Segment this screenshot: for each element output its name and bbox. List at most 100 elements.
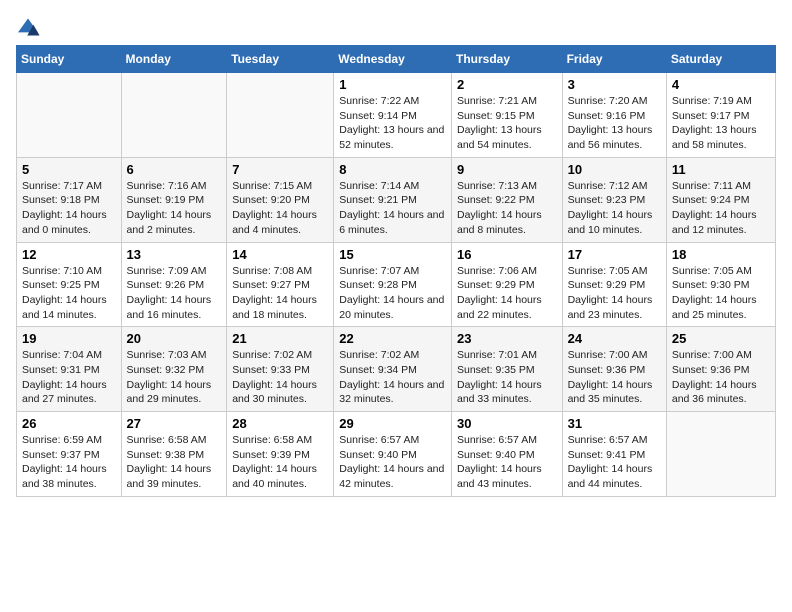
day-number: 10 bbox=[568, 162, 661, 177]
day-info: Sunrise: 6:58 AM Sunset: 9:39 PM Dayligh… bbox=[232, 433, 328, 492]
calendar-cell: 16 Sunrise: 7:06 AM Sunset: 9:29 PM Dayli… bbox=[451, 242, 562, 327]
day-info: Sunrise: 7:02 AM Sunset: 9:33 PM Dayligh… bbox=[232, 348, 328, 407]
day-number: 2 bbox=[457, 77, 557, 92]
calendar-cell: 12 Sunrise: 7:10 AM Sunset: 9:25 PM Dayli… bbox=[17, 242, 122, 327]
week-row-3: 12 Sunrise: 7:10 AM Sunset: 9:25 PM Dayli… bbox=[17, 242, 776, 327]
day-number: 27 bbox=[127, 416, 222, 431]
calendar-cell: 24 Sunrise: 7:00 AM Sunset: 9:36 PM Dayli… bbox=[562, 327, 666, 412]
calendar-cell: 27 Sunrise: 6:58 AM Sunset: 9:38 PM Dayli… bbox=[121, 412, 227, 497]
day-number: 12 bbox=[22, 247, 116, 262]
calendar-cell: 9Sunrise: 7:13 AM Sunset: 9:22 PM Daylig… bbox=[451, 157, 562, 242]
day-number: 14 bbox=[232, 247, 328, 262]
calendar-cell: 22 Sunrise: 7:02 AM Sunset: 9:34 PM Dayli… bbox=[334, 327, 452, 412]
calendar-cell: 4 Sunrise: 7:19 AM Sunset: 9:17 PM Daylig… bbox=[666, 73, 775, 158]
day-info: Sunrise: 7:13 AM Sunset: 9:22 PM Dayligh… bbox=[457, 179, 557, 238]
day-number: 19 bbox=[22, 331, 116, 346]
day-info: Sunrise: 7:06 AM Sunset: 9:29 PM Dayligh… bbox=[457, 264, 557, 323]
day-info: Sunrise: 6:57 AM Sunset: 9:40 PM Dayligh… bbox=[339, 433, 446, 492]
day-info: Sunrise: 7:15 AM Sunset: 9:20 PM Dayligh… bbox=[232, 179, 328, 238]
day-number: 26 bbox=[22, 416, 116, 431]
day-info: Sunrise: 7:16 AM Sunset: 9:19 PM Dayligh… bbox=[127, 179, 222, 238]
day-number: 18 bbox=[672, 247, 770, 262]
logo-icon bbox=[16, 17, 40, 37]
day-info: Sunrise: 6:57 AM Sunset: 9:40 PM Dayligh… bbox=[457, 433, 557, 492]
calendar-cell: 11 Sunrise: 7:11 AM Sunset: 9:24 PM Dayli… bbox=[666, 157, 775, 242]
day-number: 3 bbox=[568, 77, 661, 92]
day-number: 15 bbox=[339, 247, 446, 262]
day-info: Sunrise: 7:04 AM Sunset: 9:31 PM Dayligh… bbox=[22, 348, 116, 407]
calendar-cell: 21 Sunrise: 7:02 AM Sunset: 9:33 PM Dayli… bbox=[227, 327, 334, 412]
day-info: Sunrise: 7:22 AM Sunset: 9:14 PM Dayligh… bbox=[339, 94, 446, 153]
calendar-table: SundayMondayTuesdayWednesdayThursdayFrid… bbox=[16, 45, 776, 497]
day-info: Sunrise: 7:07 AM Sunset: 9:28 PM Dayligh… bbox=[339, 264, 446, 323]
calendar-cell: 15 Sunrise: 7:07 AM Sunset: 9:28 PM Dayli… bbox=[334, 242, 452, 327]
day-info: Sunrise: 7:03 AM Sunset: 9:32 PM Dayligh… bbox=[127, 348, 222, 407]
day-info: Sunrise: 7:08 AM Sunset: 9:27 PM Dayligh… bbox=[232, 264, 328, 323]
day-info: Sunrise: 7:11 AM Sunset: 9:24 PM Dayligh… bbox=[672, 179, 770, 238]
day-info: Sunrise: 7:00 AM Sunset: 9:36 PM Dayligh… bbox=[568, 348, 661, 407]
day-number: 20 bbox=[127, 331, 222, 346]
day-number: 25 bbox=[672, 331, 770, 346]
day-number: 11 bbox=[672, 162, 770, 177]
calendar-cell: 14 Sunrise: 7:08 AM Sunset: 9:27 PM Dayli… bbox=[227, 242, 334, 327]
day-info: Sunrise: 6:58 AM Sunset: 9:38 PM Dayligh… bbox=[127, 433, 222, 492]
day-info: Sunrise: 7:17 AM Sunset: 9:18 PM Dayligh… bbox=[22, 179, 116, 238]
day-info: Sunrise: 7:00 AM Sunset: 9:36 PM Dayligh… bbox=[672, 348, 770, 407]
weekday-header-row: SundayMondayTuesdayWednesdayThursdayFrid… bbox=[17, 46, 776, 73]
day-info: Sunrise: 7:05 AM Sunset: 9:29 PM Dayligh… bbox=[568, 264, 661, 323]
day-info: Sunrise: 7:19 AM Sunset: 9:17 PM Dayligh… bbox=[672, 94, 770, 153]
calendar-cell: 13 Sunrise: 7:09 AM Sunset: 9:26 PM Dayli… bbox=[121, 242, 227, 327]
calendar-cell: 30 Sunrise: 6:57 AM Sunset: 9:40 PM Dayli… bbox=[451, 412, 562, 497]
week-row-2: 5Sunrise: 7:17 AM Sunset: 9:18 PM Daylig… bbox=[17, 157, 776, 242]
day-number: 16 bbox=[457, 247, 557, 262]
week-row-1: 1 Sunrise: 7:22 AM Sunset: 9:14 PM Daylig… bbox=[17, 73, 776, 158]
day-number: 6 bbox=[127, 162, 222, 177]
weekday-header-wednesday: Wednesday bbox=[334, 46, 452, 73]
calendar-cell: 19 Sunrise: 7:04 AM Sunset: 9:31 PM Dayli… bbox=[17, 327, 122, 412]
day-info: Sunrise: 6:57 AM Sunset: 9:41 PM Dayligh… bbox=[568, 433, 661, 492]
day-info: Sunrise: 7:10 AM Sunset: 9:25 PM Dayligh… bbox=[22, 264, 116, 323]
day-number: 24 bbox=[568, 331, 661, 346]
week-row-4: 19 Sunrise: 7:04 AM Sunset: 9:31 PM Dayli… bbox=[17, 327, 776, 412]
calendar-cell: 5Sunrise: 7:17 AM Sunset: 9:18 PM Daylig… bbox=[17, 157, 122, 242]
calendar-cell bbox=[666, 412, 775, 497]
weekday-header-friday: Friday bbox=[562, 46, 666, 73]
weekday-header-sunday: Sunday bbox=[17, 46, 122, 73]
calendar-cell: 28 Sunrise: 6:58 AM Sunset: 9:39 PM Dayli… bbox=[227, 412, 334, 497]
calendar-cell bbox=[17, 73, 122, 158]
calendar-cell: 3 Sunrise: 7:20 AM Sunset: 9:16 PM Daylig… bbox=[562, 73, 666, 158]
day-info: Sunrise: 7:09 AM Sunset: 9:26 PM Dayligh… bbox=[127, 264, 222, 323]
day-number: 22 bbox=[339, 331, 446, 346]
calendar-cell: 23 Sunrise: 7:01 AM Sunset: 9:35 PM Dayli… bbox=[451, 327, 562, 412]
calendar-cell: 10Sunrise: 7:12 AM Sunset: 9:23 PM Dayli… bbox=[562, 157, 666, 242]
day-number: 28 bbox=[232, 416, 328, 431]
day-number: 1 bbox=[339, 77, 446, 92]
day-info: Sunrise: 7:05 AM Sunset: 9:30 PM Dayligh… bbox=[672, 264, 770, 323]
calendar-cell bbox=[121, 73, 227, 158]
calendar-cell: 20 Sunrise: 7:03 AM Sunset: 9:32 PM Dayli… bbox=[121, 327, 227, 412]
day-number: 23 bbox=[457, 331, 557, 346]
calendar-cell: 31 Sunrise: 6:57 AM Sunset: 9:41 PM Dayli… bbox=[562, 412, 666, 497]
weekday-header-monday: Monday bbox=[121, 46, 227, 73]
calendar-cell: 2Sunrise: 7:21 AM Sunset: 9:15 PM Daylig… bbox=[451, 73, 562, 158]
calendar-cell: 17Sunrise: 7:05 AM Sunset: 9:29 PM Dayli… bbox=[562, 242, 666, 327]
day-info: Sunrise: 7:20 AM Sunset: 9:16 PM Dayligh… bbox=[568, 94, 661, 153]
calendar-cell: 25 Sunrise: 7:00 AM Sunset: 9:36 PM Dayli… bbox=[666, 327, 775, 412]
weekday-header-thursday: Thursday bbox=[451, 46, 562, 73]
day-number: 30 bbox=[457, 416, 557, 431]
day-info: Sunrise: 7:02 AM Sunset: 9:34 PM Dayligh… bbox=[339, 348, 446, 407]
calendar-cell bbox=[227, 73, 334, 158]
day-number: 31 bbox=[568, 416, 661, 431]
day-info: Sunrise: 7:01 AM Sunset: 9:35 PM Dayligh… bbox=[457, 348, 557, 407]
day-number: 21 bbox=[232, 331, 328, 346]
calendar-cell: 29Sunrise: 6:57 AM Sunset: 9:40 PM Dayli… bbox=[334, 412, 452, 497]
calendar-cell: 1 Sunrise: 7:22 AM Sunset: 9:14 PM Daylig… bbox=[334, 73, 452, 158]
weekday-header-tuesday: Tuesday bbox=[227, 46, 334, 73]
day-info: Sunrise: 6:59 AM Sunset: 9:37 PM Dayligh… bbox=[22, 433, 116, 492]
day-number: 8 bbox=[339, 162, 446, 177]
calendar-cell: 7 Sunrise: 7:15 AM Sunset: 9:20 PM Daylig… bbox=[227, 157, 334, 242]
day-number: 7 bbox=[232, 162, 328, 177]
day-info: Sunrise: 7:14 AM Sunset: 9:21 PM Dayligh… bbox=[339, 179, 446, 238]
day-number: 4 bbox=[672, 77, 770, 92]
day-number: 13 bbox=[127, 247, 222, 262]
